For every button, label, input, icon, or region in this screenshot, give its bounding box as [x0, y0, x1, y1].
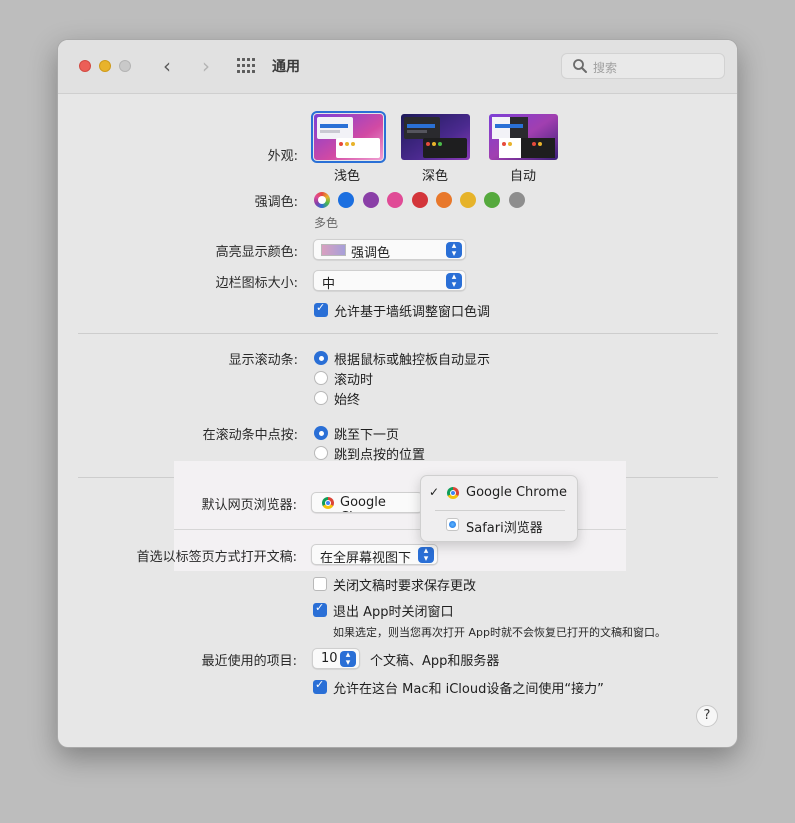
appearance-option-dark-label: 深色 — [422, 169, 449, 184]
default-browser-label: 默认网页浏览器: — [201, 498, 297, 513]
scrollbars-always-radio[interactable] — [314, 391, 328, 405]
scrollbars-always-label: 始终 — [334, 393, 361, 408]
search-field[interactable]: 搜索 — [561, 53, 725, 79]
accent-swatch-pink[interactable] — [387, 192, 403, 208]
appearance-dark-thumbnail[interactable] — [401, 114, 470, 160]
menu-separator — [435, 510, 565, 511]
accent-color-label: 强调色: — [254, 195, 298, 210]
highlight-color-value: 强调色 — [351, 246, 391, 261]
back-chevron-icon[interactable]: ‹ — [156, 54, 178, 78]
forward-chevron-icon[interactable]: › — [195, 54, 217, 78]
prefer-tabs-popup[interactable]: 在全屏幕视图下 ▴ ▾ — [311, 544, 438, 566]
popup-stepper-icon: ▴ ▾ — [446, 242, 462, 259]
accent-swatch-purple[interactable] — [363, 192, 379, 208]
scrollbars-auto-radio[interactable] — [314, 351, 328, 365]
highlight-color-label: 高亮显示颜色: — [215, 245, 298, 260]
click-jump-spot-radio[interactable] — [314, 446, 328, 460]
show-all-grid-icon[interactable] — [237, 58, 257, 74]
highlight-color-popup[interactable]: 强调色 ▴ ▾ — [313, 239, 466, 261]
menu-item-google-chrome[interactable]: Google Chrome — [466, 485, 567, 500]
appearance-label: 外观: — [267, 149, 298, 164]
sidebar-icon-size-label: 边栏图标大小: — [215, 276, 298, 291]
highlight-color-swatch — [321, 244, 346, 256]
default-browser-menu: ✓ Google Chrome Safari浏览器 — [420, 475, 578, 542]
sidebar-icon-size-popup[interactable]: 中 ▴ ▾ — [313, 270, 466, 292]
menu-item-safari[interactable]: Safari浏览器 — [466, 517, 543, 536]
close-window-button[interactable] — [79, 60, 91, 72]
scrollbars-when-scrolling-radio[interactable] — [314, 371, 328, 385]
section-divider — [78, 333, 718, 334]
wallpaper-tint-checkbox[interactable] — [314, 301, 328, 317]
accent-swatch-yellow[interactable] — [460, 192, 476, 208]
sidebar-icon-size-value: 中 — [322, 277, 336, 292]
popup-stepper-icon: ▴ ▾ — [418, 547, 434, 564]
accent-swatch-red[interactable] — [412, 192, 428, 208]
default-browser-popup[interactable]: Google Chrom — [311, 492, 423, 513]
search-placeholder: 搜索 — [593, 61, 618, 75]
prefer-tabs-value: 在全屏幕视图下 — [320, 551, 412, 566]
click-next-page-label: 跳至下一页 — [334, 428, 400, 443]
accent-swatch-orange[interactable] — [436, 192, 452, 208]
prefer-tabs-label: 首选以标签页方式打开文稿: — [136, 550, 297, 565]
click-scrollbar-label: 在滚动条中点按: — [202, 428, 298, 443]
default-browser-value: Google Chrom — [340, 495, 386, 512]
appearance-auto-thumbnail[interactable] — [489, 114, 558, 160]
wallpaper-tint-label: 允许基于墙纸调整窗口色调 — [334, 305, 491, 320]
safari-icon — [446, 518, 459, 531]
click-next-page-radio[interactable] — [314, 426, 328, 440]
chrome-icon — [322, 497, 334, 509]
accent-swatch-graphite[interactable] — [509, 192, 525, 208]
appearance-option-auto-label: 自动 — [510, 169, 537, 184]
checkmark-icon: ✓ — [429, 485, 440, 499]
search-icon — [573, 59, 587, 73]
window-title: 通用 — [272, 59, 300, 75]
appearance-light-thumbnail[interactable] — [311, 111, 386, 163]
general-preferences-window: ‹ › 通用 搜索 外观: 浅色 深色 自动 强调色: 多色 高亮显示颜色: 强… — [57, 39, 738, 748]
accent-swatch-green[interactable] — [484, 192, 500, 208]
chrome-icon — [447, 487, 459, 499]
scrollbars-when-scrolling-label: 滚动时 — [334, 373, 374, 388]
accent-color-caption: 多色 — [314, 216, 339, 230]
zoom-window-button[interactable] — [119, 60, 131, 72]
accent-swatch-multicolor[interactable] — [314, 192, 330, 208]
accent-swatch-blue[interactable] — [338, 192, 354, 208]
popup-stepper-icon: ▴ ▾ — [446, 273, 462, 290]
scrollbars-auto-label: 根据鼠标或触控板自动显示 — [334, 353, 491, 368]
minimize-window-button[interactable] — [99, 60, 111, 72]
show-scrollbars-label: 显示滚动条: — [228, 353, 298, 368]
appearance-option-light-label: 浅色 — [334, 169, 361, 184]
titlebar: ‹ › 通用 搜索 — [58, 40, 737, 94]
